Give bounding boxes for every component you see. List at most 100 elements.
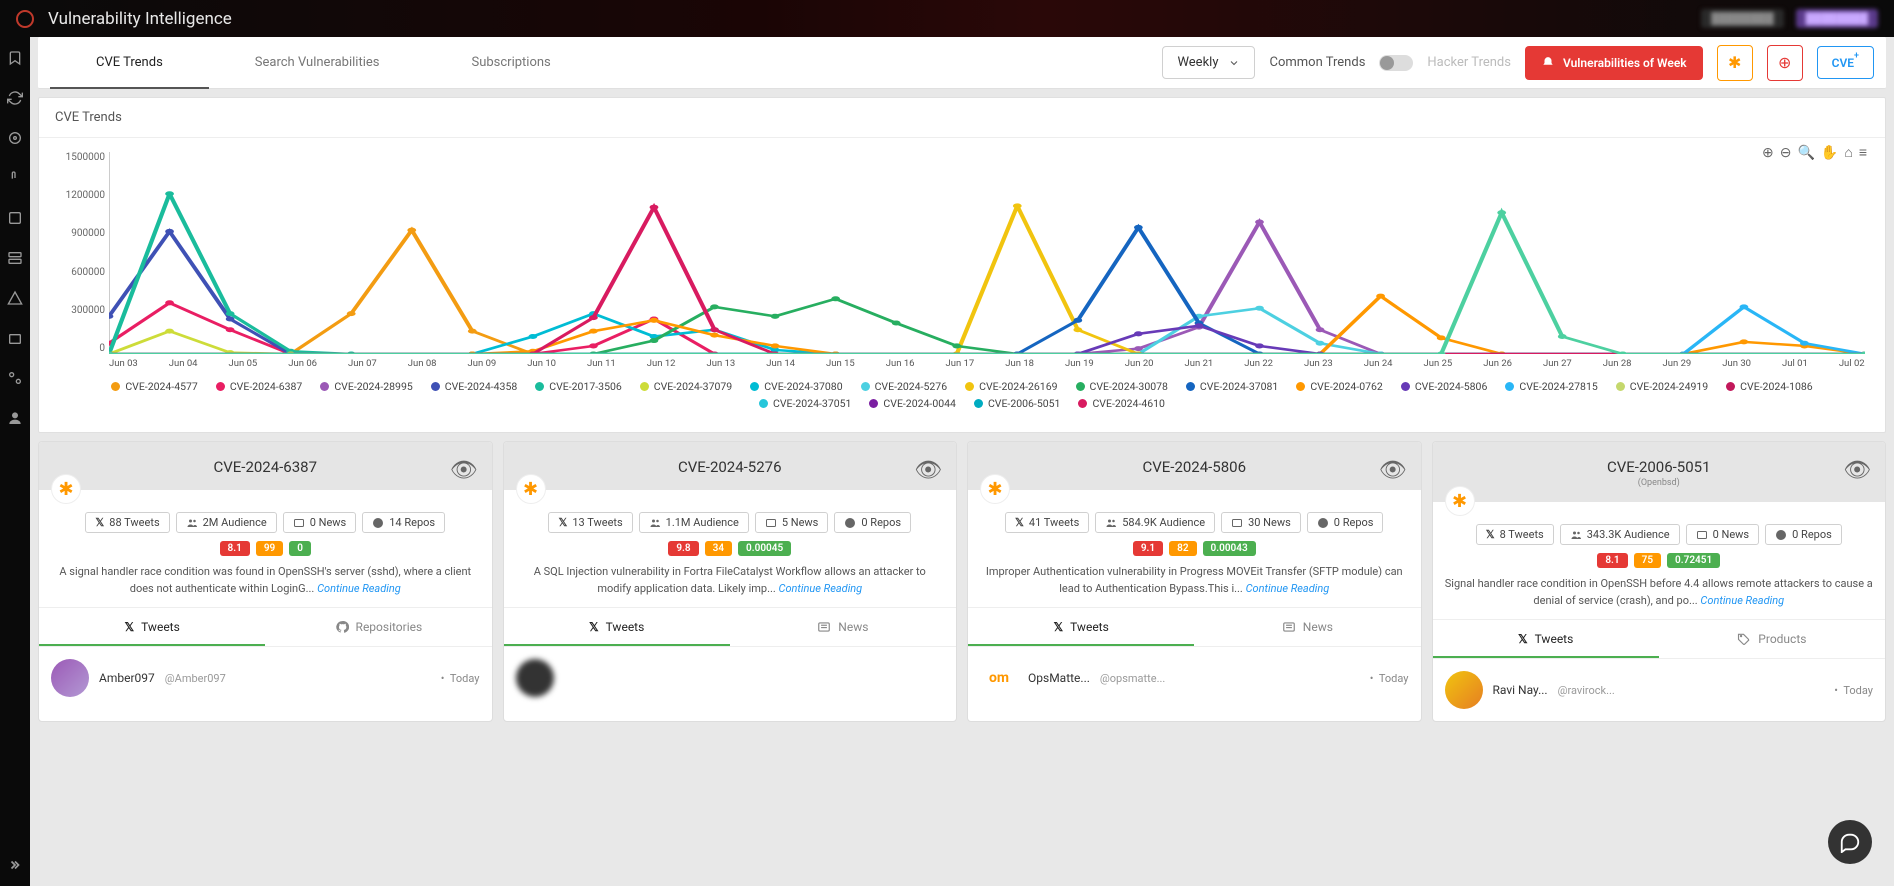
- repos-stat[interactable]: 0 Repos: [1307, 512, 1384, 533]
- bell-icon: [1541, 56, 1555, 70]
- legend-item[interactable]: CVE-2024-24919: [1616, 380, 1708, 393]
- trends-chart[interactable]: 150000012000009000006000003000000 Jun 03…: [109, 152, 1865, 372]
- card-tabs: 𝕏TweetsNews: [968, 607, 1421, 646]
- feed-item[interactable]: omOpsMatte...@opsmatte...• Today: [968, 646, 1421, 709]
- legend-item[interactable]: CVE-2024-37081: [1186, 380, 1278, 393]
- card-badges: 9.1820.00043: [968, 541, 1421, 564]
- tweets-stat[interactable]: 𝕏88 Tweets: [85, 512, 169, 533]
- card-tab-repositories[interactable]: Repositories: [265, 608, 491, 646]
- news-stat[interactable]: 0 News: [1686, 524, 1760, 545]
- card-tab-tweets[interactable]: 𝕏Tweets: [39, 608, 265, 646]
- layers-icon[interactable]: [6, 209, 24, 227]
- tab-subscriptions[interactable]: Subscriptions: [425, 37, 596, 88]
- bug-button[interactable]: ✱: [1717, 45, 1753, 81]
- expand-sidebar-icon[interactable]: [6, 856, 24, 874]
- legend-item[interactable]: CVE-2006-5051: [974, 397, 1061, 410]
- card-tab-tweets[interactable]: 𝕏Tweets: [968, 608, 1194, 646]
- legend-item[interactable]: CVE-2024-30078: [1076, 380, 1168, 393]
- legend-item[interactable]: CVE-2024-4577: [111, 380, 198, 393]
- repos-stat[interactable]: 14 Repos: [362, 512, 445, 533]
- legend-item[interactable]: CVE-2024-27815: [1505, 380, 1597, 393]
- legend-item[interactable]: CVE-2024-0762: [1296, 380, 1383, 393]
- user-pill[interactable]: ████████: [1796, 9, 1878, 28]
- legend-item[interactable]: CVE-2024-37051: [759, 397, 851, 410]
- add-button[interactable]: ⊕: [1767, 45, 1803, 81]
- alert-icon[interactable]: [6, 289, 24, 307]
- continue-reading-link[interactable]: Continue Reading: [1246, 582, 1330, 595]
- card-tab-tweets[interactable]: 𝕏Tweets: [504, 608, 730, 646]
- news-stat[interactable]: 0 News: [283, 512, 357, 533]
- card-stats: 𝕏88 Tweets 2M Audience 0 News14 Repos: [39, 490, 492, 541]
- card-badges: 9.8340.00045: [504, 541, 957, 564]
- avatar: [1445, 671, 1483, 709]
- avatar: [516, 659, 554, 697]
- feed-item[interactable]: Amber097@Amber097• Today: [39, 646, 492, 709]
- user-icon[interactable]: [6, 409, 24, 427]
- legend-item[interactable]: CVE-2024-5276: [861, 380, 948, 393]
- feed-item[interactable]: Ravi Nay...@ravirock...• Today: [1433, 658, 1886, 721]
- target-icon[interactable]: [6, 129, 24, 147]
- trends-toggle[interactable]: [1379, 55, 1413, 71]
- severity-bug-icon: ✱: [516, 474, 546, 504]
- legend-item[interactable]: CVE-2024-6387: [216, 380, 303, 393]
- settings-icon[interactable]: [6, 369, 24, 387]
- watch-icon[interactable]: 👁: [914, 458, 942, 483]
- legend-item[interactable]: CVE-2024-26169: [965, 380, 1057, 393]
- legend-item[interactable]: CVE-2024-0044: [869, 397, 956, 410]
- continue-reading-link[interactable]: Continue Reading: [1700, 594, 1784, 607]
- legend-item[interactable]: CVE-2024-4610: [1078, 397, 1165, 410]
- avatar: om: [980, 659, 1018, 697]
- card-tab-tweets[interactable]: 𝕏Tweets: [1433, 620, 1659, 658]
- card-header: CVE-2024-5276👁✱: [504, 442, 957, 490]
- period-dropdown[interactable]: Weekly: [1162, 46, 1255, 79]
- card-tab-products[interactable]: Products: [1659, 620, 1885, 658]
- repos-stat[interactable]: 0 Repos: [1765, 524, 1842, 545]
- legend-item[interactable]: CVE-2017-3506: [535, 380, 622, 393]
- legend-item[interactable]: CVE-2024-28995: [320, 380, 412, 393]
- news-stat[interactable]: 5 News: [755, 512, 829, 533]
- box-icon[interactable]: [6, 329, 24, 347]
- tweets-stat[interactable]: 𝕏41 Tweets: [1005, 512, 1089, 533]
- cve-card: CVE-2024-6387👁✱𝕏88 Tweets2M Audience0 Ne…: [38, 441, 493, 722]
- bookmark-icon[interactable]: [6, 49, 24, 67]
- legend-item[interactable]: CVE-2024-4358: [431, 380, 518, 393]
- continue-reading-link[interactable]: Continue Reading: [317, 582, 401, 595]
- audience-stat[interactable]: 343.3K Audience: [1560, 524, 1680, 545]
- chart-legend: CVE-2024-4577 CVE-2024-6387 CVE-2024-28995…: [53, 372, 1871, 424]
- score-badge: 82: [1169, 541, 1196, 556]
- user-handle: @ravirock...: [1558, 684, 1615, 697]
- tab-search-vulnerabilities[interactable]: Search Vulnerabilities: [209, 37, 426, 88]
- card-stats: 𝕏8 Tweets 343.3K Audience 0 News0 Repos: [1433, 502, 1886, 553]
- page-title: Vulnerability Intelligence: [48, 9, 232, 29]
- tab-cve-trends[interactable]: CVE Trends: [50, 37, 209, 88]
- help-button[interactable]: [1828, 820, 1872, 864]
- tenant-pill[interactable]: ████████: [1701, 9, 1783, 28]
- refresh-icon[interactable]: [6, 89, 24, 107]
- repos-stat[interactable]: 0 Repos: [834, 512, 911, 533]
- vulnerabilities-of-week-button[interactable]: Vulnerabilities of Week: [1525, 46, 1703, 80]
- watch-icon[interactable]: 👁: [450, 458, 478, 483]
- audience-stat[interactable]: 584.9K Audience: [1095, 512, 1215, 533]
- card-header: CVE-2024-5806👁✱: [968, 442, 1421, 490]
- cve-plus-button[interactable]: CVE+: [1817, 46, 1874, 79]
- common-trends-label: Common Trends: [1269, 55, 1365, 70]
- continue-reading-link[interactable]: Continue Reading: [779, 582, 863, 595]
- server-icon[interactable]: [6, 249, 24, 267]
- watch-icon[interactable]: 👁: [1379, 458, 1407, 483]
- feed-item[interactable]: [504, 646, 957, 709]
- audience-stat[interactable]: 2M Audience: [176, 512, 277, 533]
- legend-item[interactable]: CVE-2024-37080: [750, 380, 842, 393]
- hand-icon[interactable]: [6, 169, 24, 187]
- legend-item[interactable]: CVE-2024-5806: [1401, 380, 1488, 393]
- legend-item[interactable]: CVE-2024-1086: [1726, 380, 1813, 393]
- watch-icon[interactable]: 👁: [1843, 458, 1871, 483]
- audience-stat[interactable]: 1.1M Audience: [639, 512, 749, 533]
- tweets-stat[interactable]: 𝕏13 Tweets: [548, 512, 632, 533]
- news-stat[interactable]: 30 News: [1221, 512, 1301, 533]
- card-tab-news[interactable]: News: [1194, 608, 1420, 646]
- card-tab-news[interactable]: News: [730, 608, 956, 646]
- legend-item[interactable]: CVE-2024-37079: [640, 380, 732, 393]
- cve-description: A SQL Injection vulnerability in Fortra …: [504, 564, 957, 607]
- card-stats: 𝕏41 Tweets 584.9K Audience 30 News 0 Repos: [968, 490, 1421, 541]
- tweets-stat[interactable]: 𝕏8 Tweets: [1476, 524, 1554, 545]
